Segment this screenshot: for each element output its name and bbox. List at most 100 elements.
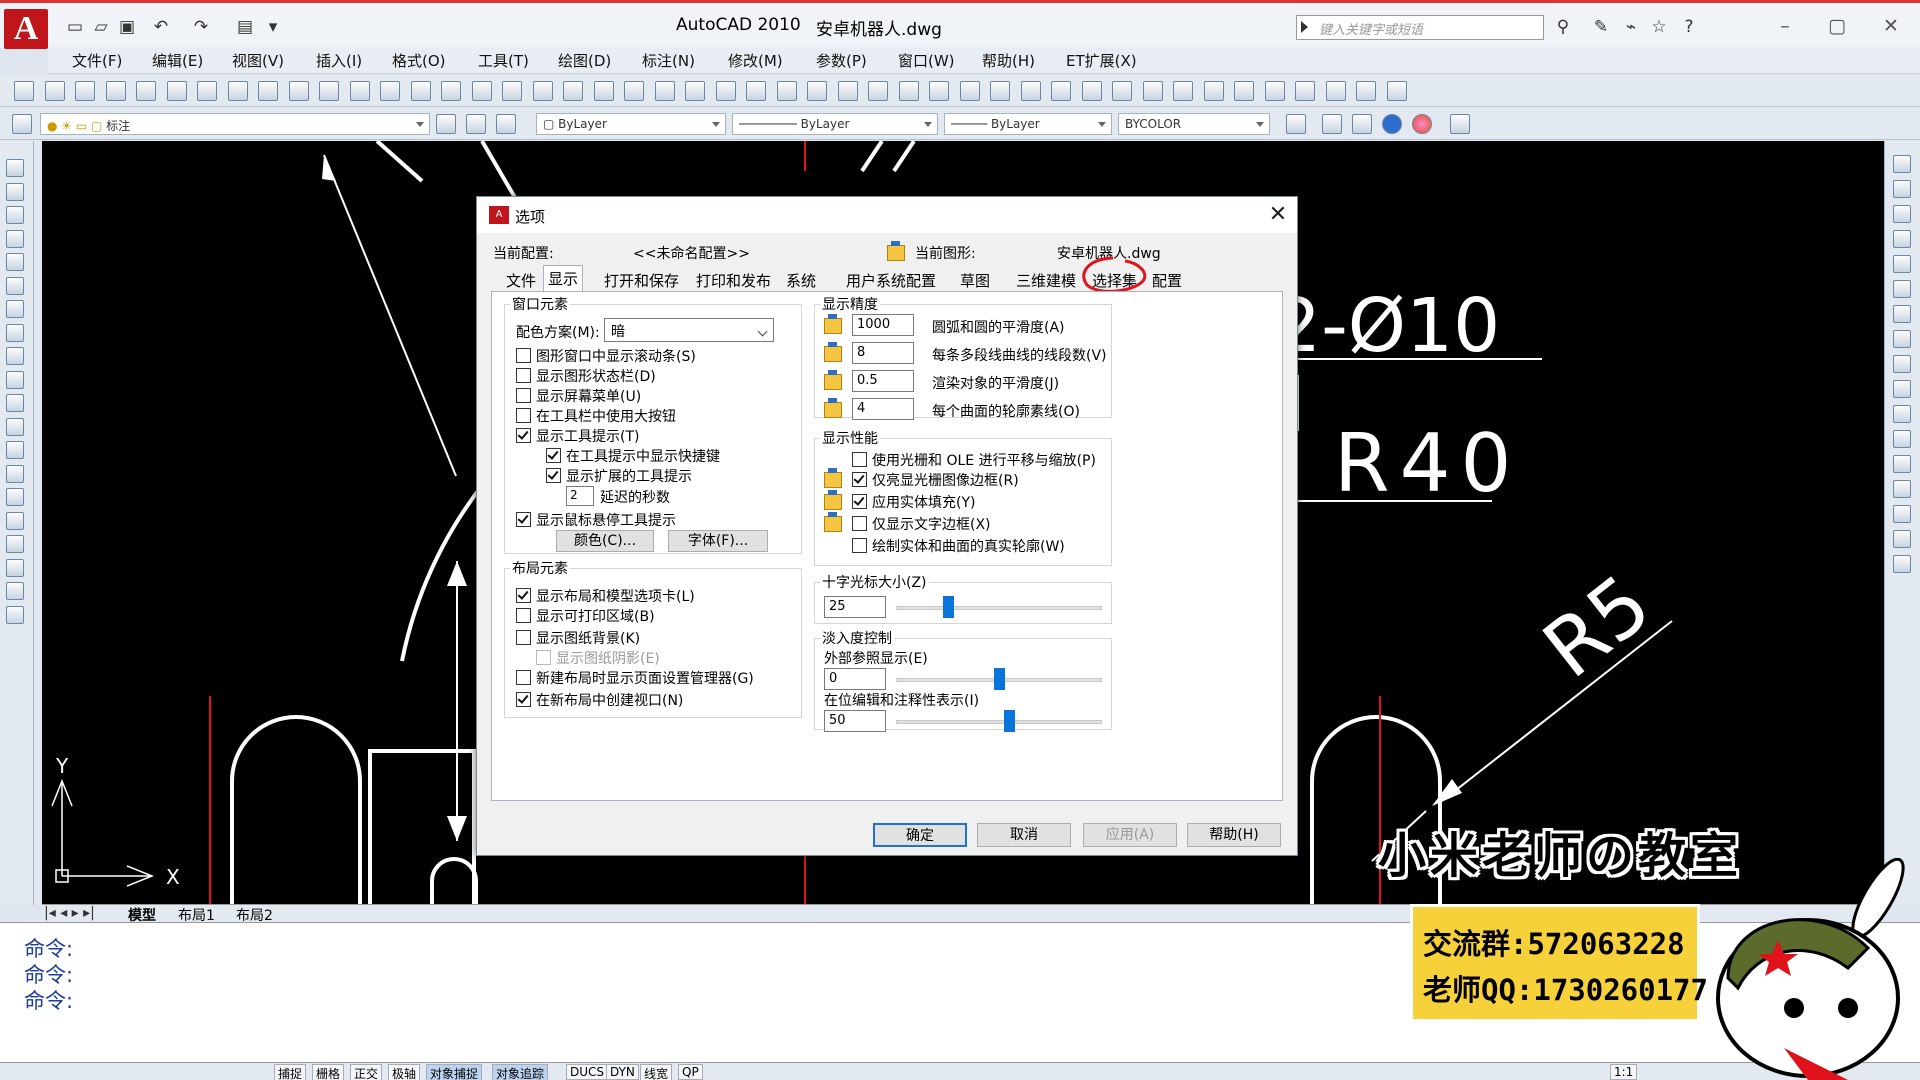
explode-icon[interactable] <box>1893 555 1911 573</box>
array-icon[interactable] <box>1893 255 1911 273</box>
status-osnap[interactable]: 对象捕捉 <box>426 1064 483 1080</box>
scale-icon[interactable] <box>1893 330 1911 348</box>
cb-show-tooltips[interactable]: 显示工具提示(T) <box>516 426 639 446</box>
mirror-icon[interactable] <box>1893 205 1911 223</box>
join-icon[interactable] <box>1893 480 1911 498</box>
cb-show-drawing-status-bar[interactable]: 显示图形状态栏(D) <box>516 366 656 386</box>
cb-show-paper-background[interactable]: 显示图纸背景(K) <box>516 628 640 648</box>
line-icon[interactable] <box>6 159 24 177</box>
visual-styles-icon[interactable] <box>1352 114 1372 134</box>
ok-button[interactable]: 确定 <box>873 823 967 847</box>
quickcalc-icon[interactable] <box>746 81 766 101</box>
dialog-title-bar[interactable]: A 选项 ✕ <box>477 197 1297 233</box>
menu-help[interactable]: 帮助(H) <box>982 50 1035 71</box>
status-ducs[interactable]: DUCS <box>566 1064 609 1080</box>
tool-palettes-icon[interactable] <box>654 81 675 101</box>
ordinate-icon[interactable] <box>898 81 919 101</box>
erase-icon[interactable] <box>1893 155 1911 173</box>
continue-icon[interactable] <box>1112 81 1132 101</box>
tolerance-icon[interactable] <box>1203 81 1224 101</box>
dim-edit-icon[interactable] <box>1325 81 1346 101</box>
paste-icon[interactable] <box>319 81 339 101</box>
spline-icon[interactable] <box>6 347 24 365</box>
rotate-icon[interactable] <box>1893 305 1911 323</box>
open-icon[interactable] <box>44 81 65 101</box>
space-icon[interactable] <box>1142 81 1163 101</box>
menu-format[interactable]: 格式(O) <box>392 50 446 71</box>
render-settings-icon[interactable] <box>1450 114 1470 134</box>
offset-icon[interactable] <box>1893 230 1911 248</box>
tab-3d-modeling[interactable]: 三维建模 <box>1011 267 1081 291</box>
zoom-window-icon[interactable] <box>532 81 553 101</box>
angular-dim-icon[interactable] <box>1020 81 1041 101</box>
cb-page-setup-manager[interactable]: 新建布局时显示页面设置管理器(G) <box>516 668 754 688</box>
cb-pan-zoom-raster-ole[interactable]: 使用光栅和 OLE 进行平移与缩放(P) <box>852 450 1096 470</box>
layer-states-icon[interactable] <box>496 114 516 134</box>
stretch-icon[interactable] <box>1893 355 1911 373</box>
pan-icon[interactable] <box>471 81 492 101</box>
layer-manager-icon[interactable] <box>12 114 32 134</box>
plot-preview-icon[interactable] <box>136 81 156 101</box>
render-sphere-icon[interactable] <box>1382 114 1402 134</box>
colors-button[interactable]: 颜色(C)... <box>556 530 654 552</box>
polygon-icon[interactable] <box>6 229 24 248</box>
lineweight-dropdown[interactable]: ───── ByLayer <box>944 113 1112 135</box>
aligned-dim-icon[interactable] <box>837 81 858 101</box>
rectangle-icon[interactable] <box>6 253 24 271</box>
radius-dim-icon[interactable] <box>929 81 949 101</box>
layer-previous-icon[interactable] <box>466 114 486 134</box>
tab-files[interactable]: 文件 <box>501 267 541 291</box>
hatch-icon[interactable] <box>6 488 24 506</box>
dim-text-edit-icon[interactable] <box>1356 81 1376 101</box>
plot-icon[interactable]: ▤ <box>234 17 256 37</box>
subscription-icon[interactable]: ✎ <box>1590 17 1612 37</box>
save-icon[interactable] <box>75 81 95 101</box>
autocad-logo-icon[interactable]: A <box>4 9 48 49</box>
jogged-icon[interactable] <box>959 81 980 101</box>
arc-smoothness-input[interactable]: 1000 <box>852 314 914 336</box>
block-editor-icon[interactable] <box>380 81 400 101</box>
plot-icon[interactable] <box>105 81 126 101</box>
binoculars-icon[interactable]: ⚲ <box>1552 17 1574 37</box>
table-icon[interactable] <box>6 558 24 577</box>
add-selected-icon[interactable] <box>6 605 24 624</box>
fonts-button[interactable]: 字体(F)... <box>668 530 768 552</box>
arc-icon[interactable] <box>6 276 24 295</box>
zoom-realtime-icon[interactable] <box>502 81 522 101</box>
cb-highlight-raster-frame[interactable]: 仅亮显光栅图像边框(R) <box>852 470 1019 490</box>
redo-icon[interactable]: ↷ <box>190 17 212 37</box>
multiline-text-icon[interactable] <box>6 582 24 600</box>
cb-rollover-tooltips[interactable]: 显示鼠标悬停工具提示 <box>516 510 676 530</box>
menu-edit[interactable]: 编辑(E) <box>152 50 203 71</box>
menu-dimension[interactable]: 标注(N) <box>642 50 695 71</box>
menu-file[interactable]: 文件(F) <box>72 50 122 71</box>
cb-show-layout-tabs[interactable]: 显示布局和模型选项卡(L) <box>516 586 695 606</box>
revision-cloud-icon[interactable] <box>6 323 24 342</box>
quick-dim-icon[interactable] <box>1051 81 1071 101</box>
color-dropdown[interactable]: ▢ ByLayer <box>536 113 726 135</box>
status-snap[interactable]: 捕捉 <box>274 1064 307 1080</box>
menu-tools[interactable]: 工具(T) <box>478 50 529 71</box>
cb-show-printable-area[interactable]: 显示可打印区域(B) <box>516 606 655 626</box>
menu-view[interactable]: 视图(V) <box>232 50 284 71</box>
dialog-close-icon[interactable]: ✕ <box>1265 201 1291 229</box>
new-file-icon[interactable]: ▭ <box>64 17 86 37</box>
help-icon[interactable]: ? <box>1678 17 1700 37</box>
material-sphere-icon[interactable] <box>1412 114 1432 134</box>
xref-fade-input[interactable]: 0 <box>824 668 886 690</box>
cb-create-viewport[interactable]: 在新布局中创建视口(N) <box>516 690 683 710</box>
status-qp[interactable]: QP <box>678 1064 703 1080</box>
status-polar[interactable]: 极轴 <box>388 1064 421 1080</box>
construction-line-icon[interactable] <box>6 182 24 201</box>
make-block-icon[interactable] <box>6 441 24 459</box>
menu-parametric[interactable]: 参数(P) <box>816 50 867 71</box>
move-icon[interactable] <box>1893 280 1911 298</box>
arc-length-icon[interactable] <box>868 81 888 101</box>
redo-icon[interactable] <box>441 81 461 101</box>
jog-line-icon[interactable] <box>1295 81 1315 101</box>
cb-show-scrollbars[interactable]: 图形窗口中显示滚动条(S) <box>516 346 696 366</box>
render-smoothness-input[interactable]: 0.5 <box>852 370 914 392</box>
linear-dim-icon[interactable] <box>807 81 827 101</box>
insert-block-icon[interactable] <box>6 417 24 436</box>
cb-large-buttons[interactable]: 在工具栏中使用大按钮 <box>516 406 676 426</box>
